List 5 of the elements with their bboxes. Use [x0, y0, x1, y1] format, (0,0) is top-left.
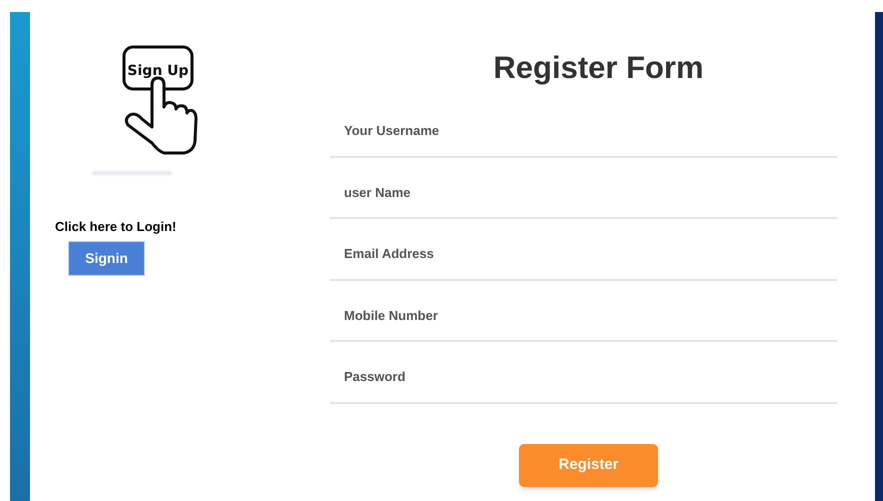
register-button[interactable]: Register	[519, 444, 658, 486]
signin-button[interactable]: Signin	[68, 240, 145, 276]
form-title: Register Form	[493, 49, 704, 87]
hand-pressing-button-drawing: Sign Up	[122, 45, 198, 157]
login-prompt: Click here to Login!	[55, 218, 176, 236]
